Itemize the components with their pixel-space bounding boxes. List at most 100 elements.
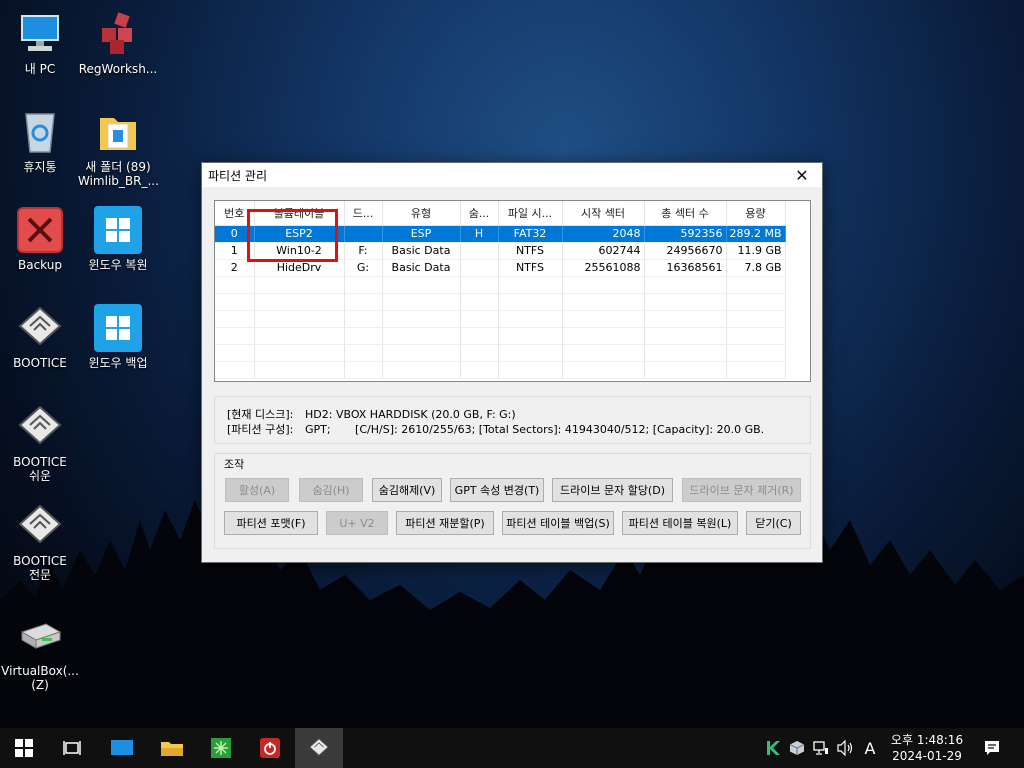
desktop-icon-new-folder[interactable]: 새 폴더 (89) Wimlib_BR_... bbox=[78, 108, 159, 188]
current-disk-value: HD2: VBOX HARDDISK (20.0 GB, F: G:) bbox=[305, 408, 516, 421]
desktop-icon-windows-backup[interactable]: 윈도우 백업 bbox=[78, 304, 158, 370]
cell-hidden bbox=[460, 242, 499, 260]
k-logo-icon bbox=[767, 741, 780, 755]
column-header[interactable]: 총 섹터 수 bbox=[644, 201, 727, 226]
title-bar[interactable]: 파티션 관리 ✕ bbox=[202, 163, 822, 187]
empty-row bbox=[215, 361, 786, 379]
desktop-icon-label: 휴지통 bbox=[23, 160, 57, 174]
close-button[interactable]: 닫기(C) bbox=[746, 511, 801, 535]
activate-button[interactable]: 활성(A) bbox=[225, 478, 289, 502]
desktop-icon-virtualbox[interactable]: VirtualBox(... (Z) bbox=[0, 612, 80, 692]
partition-scheme-key: [파티션 구성]: bbox=[227, 423, 294, 436]
desktop-icon-bootice-easy[interactable]: BOOTICE 쉬운 bbox=[0, 403, 80, 483]
cell-filesystem: FAT32 bbox=[498, 225, 563, 243]
table-row[interactable]: 0 ESP2 ESP H FAT32 2048 592356 289.2 MB bbox=[215, 225, 786, 243]
repartition-button[interactable]: 파티션 재분할(P) bbox=[396, 511, 494, 535]
empty-row bbox=[215, 344, 786, 362]
tray-ime-indicator[interactable]: A bbox=[860, 728, 880, 768]
column-header[interactable]: 숨... bbox=[460, 201, 499, 226]
remove-letter-button[interactable]: 드라이브 문자 제거(R) bbox=[682, 478, 801, 502]
cell-start-sector: 602744 bbox=[562, 242, 645, 260]
tray-network[interactable] bbox=[810, 728, 832, 768]
task-view-button[interactable] bbox=[48, 728, 96, 768]
cell-filesystem: NTFS bbox=[498, 242, 563, 260]
column-header[interactable]: 드... bbox=[344, 201, 383, 226]
cell-label: HideDrv bbox=[254, 259, 345, 277]
tray-volume[interactable] bbox=[834, 728, 858, 768]
taskbar-app-bootice[interactable] bbox=[295, 728, 343, 768]
taskbar-app-power[interactable] bbox=[246, 728, 294, 768]
desktop-icon-label: 새 폴더 (89) Wimlib_BR_... bbox=[78, 160, 159, 188]
desktop-icon-recycle-bin[interactable]: 휴지통 bbox=[0, 108, 80, 174]
red-x-icon bbox=[17, 207, 63, 253]
hide-button[interactable]: 숨김(H) bbox=[299, 478, 363, 502]
desktop-icon-bootice-pro[interactable]: BOOTICE 전문 bbox=[0, 502, 80, 582]
table-row[interactable]: 2 HideDrv G: Basic Data NTFS 25561088 16… bbox=[215, 259, 786, 277]
desktop-icon-bootice[interactable]: BOOTICE bbox=[0, 304, 80, 370]
disk-icon bbox=[18, 504, 62, 544]
empty-row bbox=[215, 310, 786, 328]
gpt-attribute-button[interactable]: GPT 속성 변경(T) bbox=[450, 478, 544, 502]
disk-icon bbox=[18, 306, 62, 346]
empty-row bbox=[215, 327, 786, 345]
cell-type: Basic Data bbox=[382, 259, 461, 277]
tray-box-app[interactable] bbox=[786, 728, 808, 768]
taskbar-app-explorer[interactable] bbox=[148, 728, 196, 768]
current-disk-key: [현재 디스크]: bbox=[227, 408, 294, 421]
cell-no: 0 bbox=[215, 225, 255, 243]
backup-partition-table-button[interactable]: 파티션 테이블 백업(S) bbox=[502, 511, 614, 535]
uv2-button[interactable]: U+ V2 bbox=[326, 511, 388, 535]
desktop-icon-backup[interactable]: Backup bbox=[0, 206, 80, 272]
column-header[interactable]: 번호 bbox=[215, 201, 255, 226]
action-center-button[interactable] bbox=[978, 728, 1006, 768]
taskbar-app-green[interactable] bbox=[197, 728, 245, 768]
notification-icon bbox=[985, 741, 999, 755]
cell-type: ESP bbox=[382, 225, 461, 243]
desktop-icon-label: 윈도우 백업 bbox=[88, 356, 148, 370]
assign-letter-button[interactable]: 드라이브 문자 할당(D) bbox=[552, 478, 673, 502]
desktop-icon-label: 윈도우 복원 bbox=[88, 258, 148, 272]
empty-row bbox=[215, 293, 786, 311]
windows-logo-icon bbox=[94, 304, 142, 352]
drive-icon bbox=[20, 623, 62, 649]
cell-size: 7.8 GB bbox=[726, 259, 786, 277]
desktop-screen-icon bbox=[111, 740, 133, 755]
table-header: 번호 볼륨레이블 드... 유형 숨... 파일 시... 시작 섹터 총 섹터… bbox=[215, 201, 786, 226]
disk-icon bbox=[18, 405, 62, 445]
cell-total-sectors: 24956670 bbox=[644, 242, 727, 260]
desktop-icon-label: VirtualBox(... (Z) bbox=[1, 664, 79, 692]
format-partition-button[interactable]: 파티션 포맷(F) bbox=[224, 511, 318, 535]
cell-hidden: H bbox=[460, 225, 499, 243]
partition-list[interactable]: 번호 볼륨레이블 드... 유형 숨... 파일 시... 시작 섹터 총 섹터… bbox=[214, 200, 811, 382]
cell-total-sectors: 16368561 bbox=[644, 259, 727, 277]
taskbar-clock[interactable]: 오후 1:48:16 2024-01-29 bbox=[884, 732, 970, 764]
column-header[interactable]: 시작 섹터 bbox=[562, 201, 645, 226]
column-header[interactable]: 유형 bbox=[382, 201, 461, 226]
disk-icon bbox=[309, 738, 329, 756]
column-header[interactable]: 용량 bbox=[726, 201, 786, 226]
unhide-button[interactable]: 숨김해제(V) bbox=[372, 478, 442, 502]
partition-scheme-row: [파티션 구성]: GPT; [C/H/S]: 2610/255/63; [To… bbox=[227, 422, 798, 437]
restore-partition-table-button[interactable]: 파티션 테이블 복원(L) bbox=[622, 511, 738, 535]
taskbar-app-desktop[interactable] bbox=[98, 728, 146, 768]
recycle-bin-icon bbox=[25, 113, 55, 153]
desktop-icon-label: BOOTICE 쉬운 bbox=[13, 455, 67, 483]
start-button[interactable] bbox=[0, 728, 48, 768]
cell-drive bbox=[344, 225, 383, 243]
desktop-icon-label: BOOTICE bbox=[13, 356, 67, 370]
network-icon bbox=[813, 741, 828, 755]
desktop-icon-regworkshop[interactable]: RegWorksh... bbox=[78, 10, 158, 76]
table-row[interactable]: 1 Win10-2 F: Basic Data NTFS 602744 2495… bbox=[215, 242, 786, 260]
column-header[interactable]: 볼륨레이블 bbox=[254, 201, 345, 226]
registry-cubes-icon bbox=[102, 12, 132, 54]
cell-drive: G: bbox=[344, 259, 383, 277]
disk-info-panel: [현재 디스크]: HD2: VBOX HARDDISK (20.0 GB, F… bbox=[214, 396, 811, 444]
file-explorer-icon bbox=[161, 742, 183, 756]
close-icon[interactable]: ✕ bbox=[782, 163, 822, 187]
desktop-icon-this-pc[interactable]: 내 PC bbox=[0, 10, 80, 76]
cell-size: 289.2 MB bbox=[726, 225, 786, 243]
desktop-icon-label: Backup bbox=[18, 258, 62, 272]
tray-k-app[interactable] bbox=[762, 728, 784, 768]
column-header[interactable]: 파일 시... bbox=[498, 201, 563, 226]
desktop-icon-windows-restore[interactable]: 윈도우 복원 bbox=[78, 206, 158, 272]
